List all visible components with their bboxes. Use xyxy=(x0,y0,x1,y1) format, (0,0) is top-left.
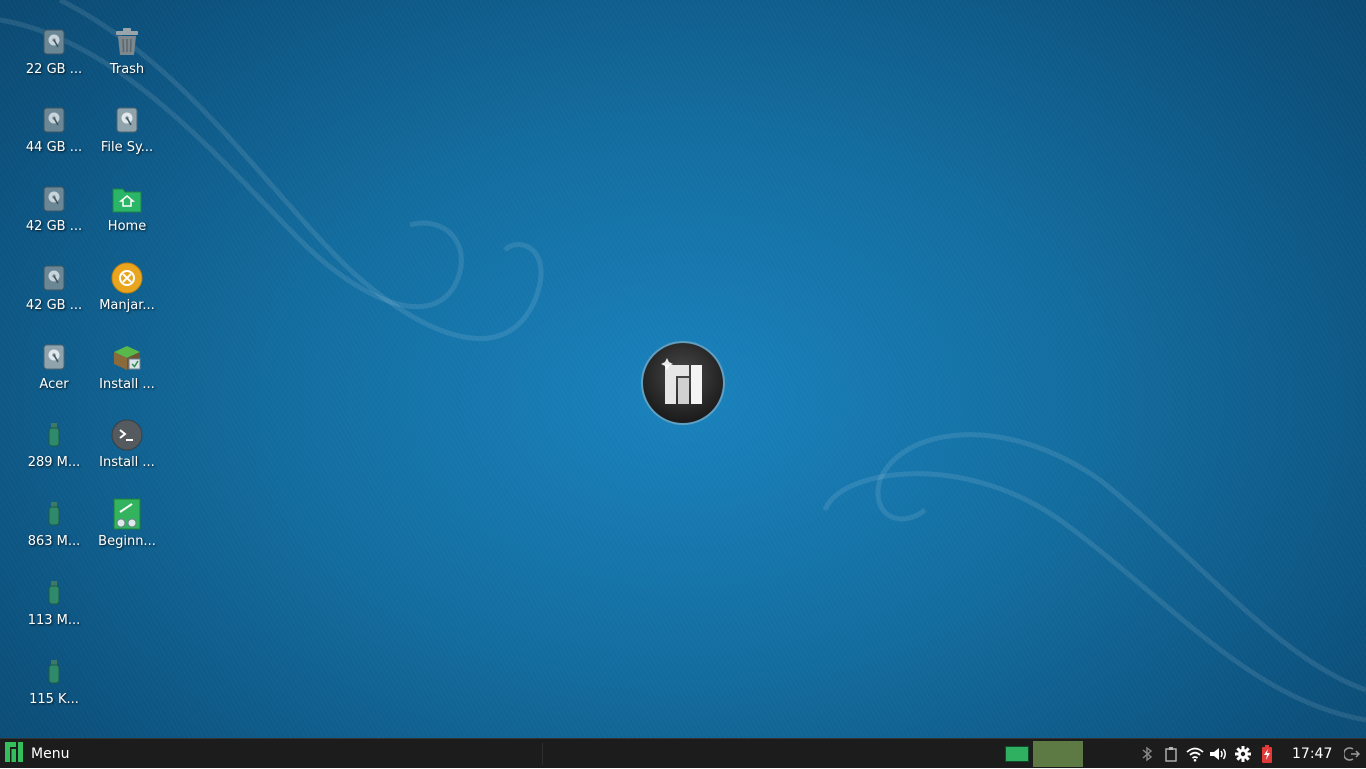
wifi-icon[interactable] xyxy=(1183,739,1207,769)
workspace-window-preview xyxy=(1005,745,1029,762)
taskbar-separator xyxy=(542,743,543,765)
desktop-icon-manjaro[interactable]: Manjar... xyxy=(91,256,163,332)
desktop-icon-label: 44 GB ... xyxy=(25,140,83,155)
desktop-icon-usb-115k[interactable]: 115 K... xyxy=(18,650,90,726)
terminal-icon xyxy=(109,417,145,453)
desktop-icon-trash[interactable]: Trash xyxy=(91,20,163,96)
desktop[interactable]: 22 GB ... 44 GB ... 42 GB ... 42 GB ... … xyxy=(0,0,1366,738)
desktop-icon-label: Home xyxy=(107,219,147,234)
desktop-icon-drive-42gb-b[interactable]: 42 GB ... xyxy=(18,256,90,332)
usb-drive-icon xyxy=(36,575,72,611)
desktop-icon-usb-113m[interactable]: 113 M... xyxy=(18,571,90,647)
desktop-icon-drive-42gb-a[interactable]: 42 GB ... xyxy=(18,177,90,253)
hard-drive-icon xyxy=(36,260,72,296)
desktop-icon-label: Beginn... xyxy=(98,534,156,549)
taskbar: Menu 17:47 xyxy=(0,738,1366,768)
desktop-icon-label: Acer xyxy=(39,377,69,392)
settings-icon[interactable] xyxy=(1231,739,1255,769)
manjaro-menu-icon xyxy=(5,742,23,766)
beginner-guide-icon xyxy=(109,496,145,532)
hard-drive-icon xyxy=(36,181,72,217)
usb-drive-icon xyxy=(36,496,72,532)
installer-box-icon xyxy=(109,339,145,375)
desktop-icon-label: 115 K... xyxy=(29,692,79,707)
desktop-icon-usb-863m[interactable]: 863 M... xyxy=(18,492,90,568)
desktop-icon-label: 42 GB ... xyxy=(25,298,83,313)
manjaro-welcome-icon xyxy=(109,260,145,296)
desktop-icon-label: 289 M... xyxy=(27,455,81,470)
menu-label: Menu xyxy=(31,746,70,762)
menu-button[interactable]: Menu xyxy=(0,739,69,769)
desktop-icon-install-gui[interactable]: Install ... xyxy=(91,335,163,411)
desktop-icon-label: 22 GB ... xyxy=(25,62,83,77)
desktop-icon-label: 42 GB ... xyxy=(25,219,83,234)
hard-drive-icon xyxy=(36,339,72,375)
desktop-icon-filesystem[interactable]: File Sy... xyxy=(91,98,163,174)
desktop-icon-drive-acer[interactable]: Acer xyxy=(18,335,90,411)
desktop-icon-drive-44gb[interactable]: 44 GB ... xyxy=(18,98,90,174)
hard-drive-icon xyxy=(36,24,72,60)
bluetooth-icon[interactable] xyxy=(1135,739,1159,769)
desktop-icon-label: Manjar... xyxy=(99,298,155,313)
clock[interactable]: 17:47 xyxy=(1292,739,1332,769)
battery-icon[interactable] xyxy=(1255,739,1279,769)
home-folder-icon xyxy=(109,181,145,217)
system-tray xyxy=(1135,739,1279,769)
usb-drive-icon xyxy=(36,654,72,690)
hard-drive-icon xyxy=(36,102,72,138)
desktop-icon-install-cli[interactable]: Install ... xyxy=(91,413,163,489)
volume-icon[interactable] xyxy=(1207,739,1231,769)
usb-drive-icon xyxy=(36,417,72,453)
desktop-icon-beginner-guide[interactable]: Beginn... xyxy=(91,492,163,568)
desktop-icon-label: 863 M... xyxy=(27,534,81,549)
hard-drive-icon xyxy=(109,102,145,138)
desktop-icon-drive-22gb[interactable]: 22 GB ... xyxy=(18,20,90,96)
workspace-1[interactable] xyxy=(1004,744,1030,763)
desktop-icon-label: 113 M... xyxy=(27,613,81,628)
desktop-icon-home[interactable]: Home xyxy=(91,177,163,253)
workspace-2[interactable] xyxy=(1033,741,1083,767)
desktop-icon-label: File Sy... xyxy=(100,140,154,155)
desktop-icon-label: Install ... xyxy=(99,377,155,392)
desktop-icon-label: Install ... xyxy=(99,455,155,470)
logout-icon[interactable] xyxy=(1342,739,1362,769)
desktop-icon-label: Trash xyxy=(109,62,145,77)
desktop-icon-usb-289m[interactable]: 289 M... xyxy=(18,413,90,489)
trash-icon xyxy=(109,24,145,60)
clipboard-icon[interactable] xyxy=(1159,739,1183,769)
manjaro-logo xyxy=(640,340,726,426)
